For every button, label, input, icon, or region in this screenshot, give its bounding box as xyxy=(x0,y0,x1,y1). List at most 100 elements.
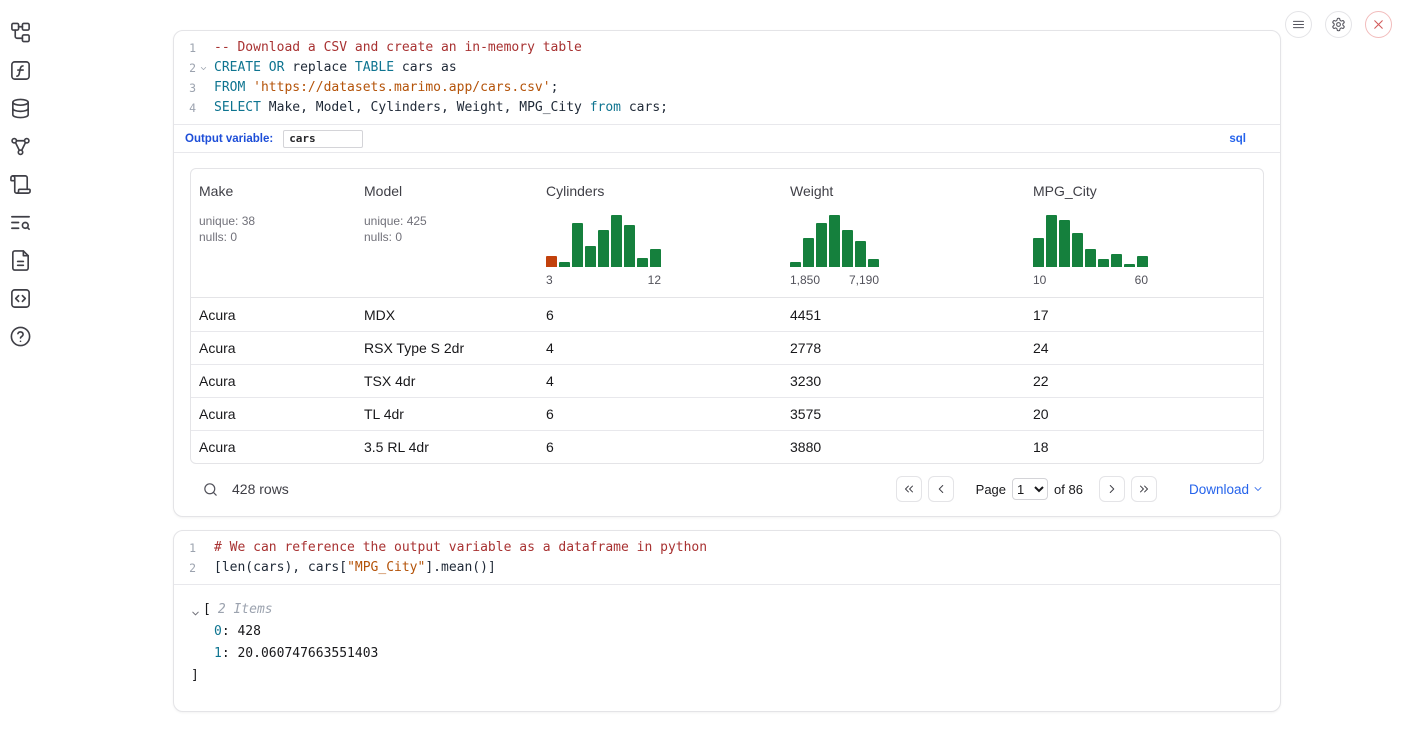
sidebar-item-dependency-graph[interactable] xyxy=(8,134,33,159)
table-cell: 4 xyxy=(538,340,782,356)
table-cell: 3.5 RL 4dr xyxy=(356,439,538,455)
table-cell: Acura xyxy=(191,373,356,389)
sidebar-item-logs[interactable] xyxy=(8,172,33,197)
gear-icon xyxy=(1331,17,1346,32)
last-page-button[interactable] xyxy=(1131,476,1157,502)
histogram-bar xyxy=(1124,264,1135,267)
sidebar-item-snippets[interactable] xyxy=(8,248,33,273)
sidebar-item-scratchpad[interactable] xyxy=(8,58,33,83)
tree-entry: 0: 428 xyxy=(190,621,1264,643)
code-text: -- Download a CSV and create an in-memor… xyxy=(214,38,582,58)
table-cell: RSX Type S 2dr xyxy=(356,340,538,356)
line-number: 2 xyxy=(174,58,196,78)
column-header-weight[interactable]: Weight 1,8507,190 xyxy=(782,169,1025,297)
column-header-cylinders[interactable]: Cylinders312 xyxy=(538,169,782,297)
table-cell: TSX 4dr xyxy=(356,373,538,389)
close-icon xyxy=(1371,17,1386,32)
entry-value: 428 xyxy=(237,624,260,639)
table-cell: TL 4dr xyxy=(356,406,538,422)
sidebar-item-file-explorer[interactable] xyxy=(8,20,33,45)
output-variable-row: Output variable: sql xyxy=(174,124,1280,152)
table-footer: 428 rows Page 1 of 86 Download xyxy=(190,474,1264,504)
file-text-icon xyxy=(9,249,32,272)
tree-entry: 1: 20.060747663551403 xyxy=(190,643,1264,665)
histogram-bar xyxy=(816,223,827,267)
database-icon xyxy=(9,97,32,120)
histogram-bar xyxy=(1111,254,1122,267)
code-text: # We can reference the output variable a… xyxy=(214,538,707,558)
line-number: 1 xyxy=(174,38,196,58)
sql-language-badge: sql xyxy=(1229,133,1246,145)
histogram-bar xyxy=(842,230,853,267)
sidebar-item-help[interactable] xyxy=(8,324,33,349)
table-row[interactable]: AcuraTL 4dr6357520 xyxy=(191,397,1263,430)
column-stat: unique: 38 xyxy=(199,213,348,229)
pagination: Page 1 of 86 Download xyxy=(896,476,1264,502)
column-header-model[interactable]: Modelunique: 425nulls: 0 xyxy=(356,169,538,297)
table-cell: 22 xyxy=(1025,373,1263,389)
shutdown-button[interactable] xyxy=(1365,11,1392,38)
table-row[interactable]: Acura3.5 RL 4dr6388018 xyxy=(191,430,1263,463)
function-icon xyxy=(9,59,32,82)
column-header-make[interactable]: Makeunique: 38nulls: 0 xyxy=(191,169,356,297)
column-name: Make xyxy=(199,183,348,199)
settings-button[interactable] xyxy=(1325,11,1352,38)
python-cell: 1# We can reference the output variable … xyxy=(173,530,1281,712)
column-header-mpg_city[interactable]: MPG_City 1060 xyxy=(1025,169,1263,297)
code-line: 1 -- Download a CSV and create an in-memo… xyxy=(174,38,1280,58)
histogram-bar xyxy=(637,258,648,267)
histogram-bar xyxy=(650,249,661,267)
axis-min-label: 10 xyxy=(1033,273,1046,287)
table-row[interactable]: AcuraRSX Type S 2dr4277824 xyxy=(191,331,1263,364)
page-select[interactable]: 1 xyxy=(1012,478,1048,500)
table-cell: Acura xyxy=(191,340,356,356)
sidebar-item-packages[interactable] xyxy=(8,286,33,311)
chevron-down-icon xyxy=(1252,483,1264,495)
histogram-bar xyxy=(1072,233,1083,267)
table-body: AcuraMDX6445117AcuraRSX Type S 2dr427782… xyxy=(191,298,1263,463)
next-page-button[interactable] xyxy=(1099,476,1125,502)
histogram-bar xyxy=(803,238,814,267)
python-code-editor[interactable]: 1# We can reference the output variable … xyxy=(174,531,1280,584)
sidebar-item-datasources[interactable] xyxy=(8,96,33,121)
table-cell: 6 xyxy=(538,439,782,455)
histogram-axis-labels: 1060 xyxy=(1033,273,1148,287)
table-row[interactable]: AcuraMDX6445117 xyxy=(191,298,1263,331)
sql-output-area: Makeunique: 38nulls: 0Modelunique: 425nu… xyxy=(174,152,1280,516)
table-cell: 3575 xyxy=(782,406,1025,422)
chevrons-right-icon xyxy=(1137,482,1151,496)
table-cell: 20 xyxy=(1025,406,1263,422)
sql-cell: 1 -- Download a CSV and create an in-memo… xyxy=(173,30,1281,517)
menu-button[interactable] xyxy=(1285,11,1312,38)
prev-page-button[interactable] xyxy=(928,476,954,502)
entry-value: 20.060747663551403 xyxy=(237,646,378,661)
table-cell: 24 xyxy=(1025,340,1263,356)
histogram-bar xyxy=(585,246,596,267)
column-name: MPG_City xyxy=(1033,183,1255,199)
fold-slot xyxy=(196,78,214,98)
histogram-axis-labels: 1,8507,190 xyxy=(790,273,879,287)
table-cell: MDX xyxy=(356,307,538,323)
collapse-toggle-icon[interactable] xyxy=(190,605,203,616)
row-count: 428 rows xyxy=(232,481,289,497)
column-histogram: 1,8507,190 xyxy=(790,215,879,287)
table-cell: 3230 xyxy=(782,373,1025,389)
fold-toggle-icon[interactable] xyxy=(196,58,214,78)
histogram-bar xyxy=(868,259,879,267)
column-name: Model xyxy=(364,183,530,199)
code-text: FROM 'https://datasets.marimo.app/cars.c… xyxy=(214,78,558,98)
search-icon[interactable] xyxy=(202,481,219,498)
sidebar-item-documentation[interactable] xyxy=(8,210,33,235)
code-line: 4SELECT Make, Model, Cylinders, Weight, … xyxy=(174,98,1280,118)
histogram-bar xyxy=(598,230,609,267)
topbar xyxy=(1285,11,1392,38)
line-number: 4 xyxy=(174,98,196,118)
table-row[interactable]: AcuraTSX 4dr4323022 xyxy=(191,364,1263,397)
output-variable-input[interactable] xyxy=(283,130,363,148)
chevrons-left-icon xyxy=(902,482,916,496)
sql-code-editor[interactable]: 1 -- Download a CSV and create an in-memo… xyxy=(174,31,1280,124)
download-button[interactable]: Download xyxy=(1189,482,1264,497)
first-page-button[interactable] xyxy=(896,476,922,502)
column-name: Weight xyxy=(790,183,1017,199)
histogram-bar xyxy=(790,262,801,267)
